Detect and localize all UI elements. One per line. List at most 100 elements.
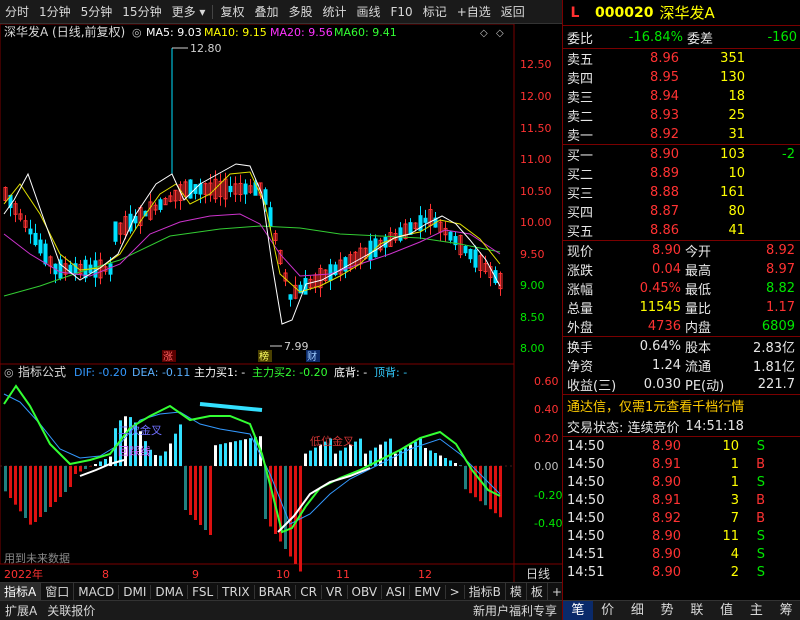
tab-dmi[interactable]: DMI: [119, 584, 152, 599]
toolbar-item-more[interactable]: 更多 ▾: [167, 3, 211, 20]
macd-bar: [94, 464, 97, 466]
ask-row[interactable]: 卖三 8.94 18: [563, 87, 800, 106]
trade-status-time: 14:51:18: [685, 418, 744, 434]
ask-price: 8.94: [650, 89, 679, 104]
tab-indicator-a[interactable]: 指标A: [0, 583, 42, 600]
quote-panel: L 000020 深华发A 委比 -16.84% 委差 -160 卖五 8.96 3…: [562, 0, 800, 620]
tab-window[interactable]: 窗口: [41, 583, 75, 600]
stat-label: 换手: [567, 341, 594, 356]
tab-obv[interactable]: OBV: [348, 584, 383, 599]
bid-row[interactable]: 买三 8.88 161: [563, 183, 800, 202]
toolbar-item-multi[interactable]: 多股: [283, 3, 317, 20]
ask-row[interactable]: 卖五 8.96 351: [563, 49, 800, 68]
toolbar-divider: [212, 4, 214, 19]
toolbar-item-add-watch[interactable]: +自选: [452, 3, 496, 20]
indicator-toggle-icon[interactable]: ◎: [4, 366, 14, 379]
level-badge: L: [570, 4, 580, 21]
toolbar-item-5min[interactable]: 5分钟: [76, 3, 118, 20]
macd-bar: [334, 453, 337, 466]
toolbar-item-rehab[interactable]: 复权: [215, 3, 249, 20]
tab-board[interactable]: 板: [527, 583, 548, 600]
toolbar-item-1min[interactable]: 1分钟: [34, 3, 76, 20]
promo-row[interactable]: 通达信，仅需1元查看千档行情: [563, 394, 800, 416]
stat-label: 股本: [685, 341, 712, 356]
tab-fsl[interactable]: FSL: [188, 584, 219, 599]
quote-tab-5[interactable]: 值: [712, 601, 742, 620]
toolbar-item-overlay[interactable]: 叠加: [249, 3, 283, 20]
toolbar-item-f10[interactable]: F10: [386, 5, 418, 19]
macd-bar: [439, 455, 442, 466]
macd-bar: [359, 438, 362, 466]
toolbar-item-back[interactable]: 返回: [496, 3, 530, 20]
indicator-name[interactable]: 指标公式: [18, 364, 66, 379]
stat-label: 现价: [567, 245, 594, 260]
macd-bar: [239, 440, 242, 466]
ask-row[interactable]: 卖一 8.92 31: [563, 125, 800, 144]
candle-body: [398, 227, 403, 241]
price-tick: 8.00: [520, 342, 545, 355]
bid-row[interactable]: 买五 8.86 41: [563, 221, 800, 240]
tab-vr[interactable]: VR: [322, 584, 348, 599]
ask-row[interactable]: 卖二 8.93 25: [563, 106, 800, 125]
price-tick: 8.50: [520, 311, 545, 324]
toolbar-item-draw[interactable]: 画线: [352, 3, 386, 20]
ask-level-label: 卖二: [567, 110, 594, 125]
new-user-promo-link[interactable]: 新用户福利专享: [468, 602, 562, 619]
tab-template[interactable]: 模: [506, 583, 527, 600]
bid-row[interactable]: 买二 8.89 10: [563, 164, 800, 183]
macd-bar: [224, 443, 227, 466]
toolbar-item-mark[interactable]: 标记: [418, 3, 452, 20]
stat-value: 1.17: [766, 300, 795, 315]
toolbar-item-15min[interactable]: 15分钟: [117, 3, 166, 20]
toolbar-item-stats[interactable]: 统计: [317, 3, 351, 20]
candle-body: [463, 245, 468, 254]
tick-time: 14:50: [567, 474, 605, 490]
tick-price: 8.90: [652, 546, 681, 562]
tick-volume: 3: [730, 492, 739, 508]
macd-bar: [464, 466, 467, 490]
chart-canvas[interactable]: 深华发A (日线,前复权) ◎ MA5: 9.03 MA10: 9.15 MA2…: [0, 24, 562, 582]
quote-tab-0[interactable]: 笔: [563, 601, 593, 620]
quote-tab-4[interactable]: 联: [682, 601, 712, 620]
tab-more-arrow[interactable]: >: [446, 584, 465, 599]
tab-brar[interactable]: BRAR: [255, 584, 297, 599]
legend-down-arrow-icon[interactable]: ◇: [496, 28, 504, 39]
stat-label: 外盘: [567, 321, 594, 336]
tab-indicator-b[interactable]: 指标B: [465, 583, 506, 600]
tab-cr[interactable]: CR: [296, 584, 322, 599]
tick-price: 8.91: [652, 492, 681, 508]
tab-trix[interactable]: TRIX: [218, 584, 255, 599]
related-quote-button[interactable]: 关联报价: [42, 602, 100, 619]
macd-bar: [454, 463, 457, 466]
tick-price: 8.90: [652, 564, 681, 580]
tab-macd[interactable]: MACD: [74, 584, 120, 599]
quote-tab-1[interactable]: 价: [593, 601, 623, 620]
extend-a-button[interactable]: 扩展A: [0, 602, 42, 619]
bid-row[interactable]: 买四 8.87 80: [563, 202, 800, 221]
toolbar-item-intraday[interactable]: 分时: [0, 3, 34, 20]
tab-dma[interactable]: DMA: [151, 584, 189, 599]
legend-toggle-icon[interactable]: ◎: [132, 26, 142, 39]
bid-book: 买一 8.90 103 -2 买二 8.89 10 买三 8.88 161 买四 8.87 80 买五 8.…: [563, 144, 800, 240]
bid-volume: 80: [728, 204, 745, 219]
stat-value: 0.04: [652, 262, 681, 277]
tab-emv[interactable]: EMV: [410, 584, 446, 599]
quote-tab-3[interactable]: 势: [652, 601, 682, 620]
tab-asi[interactable]: ASI: [382, 584, 411, 599]
stat-row: 现价 8.90 今开 8.92: [563, 241, 800, 260]
ind-tick: -0.40: [534, 517, 562, 530]
candle-body: [473, 249, 478, 268]
quote-tab-2[interactable]: 细: [623, 601, 653, 620]
bid-price: 8.87: [650, 204, 679, 219]
tag-finance-text: 财: [307, 350, 317, 363]
quote-tab-7[interactable]: 筹: [771, 601, 800, 620]
quote-tab-6[interactable]: 主: [742, 601, 772, 620]
ask-row[interactable]: 卖四 8.95 130: [563, 68, 800, 87]
legend-up-arrow-icon[interactable]: ◇: [480, 28, 488, 39]
stat-value: 4736: [647, 319, 681, 334]
macd-bar: [364, 453, 367, 466]
bid-row[interactable]: 买一 8.90 103 -2: [563, 145, 800, 164]
period-label[interactable]: 日线: [526, 567, 550, 581]
candle-body: [328, 264, 333, 281]
ask-price: 8.92: [650, 127, 679, 142]
